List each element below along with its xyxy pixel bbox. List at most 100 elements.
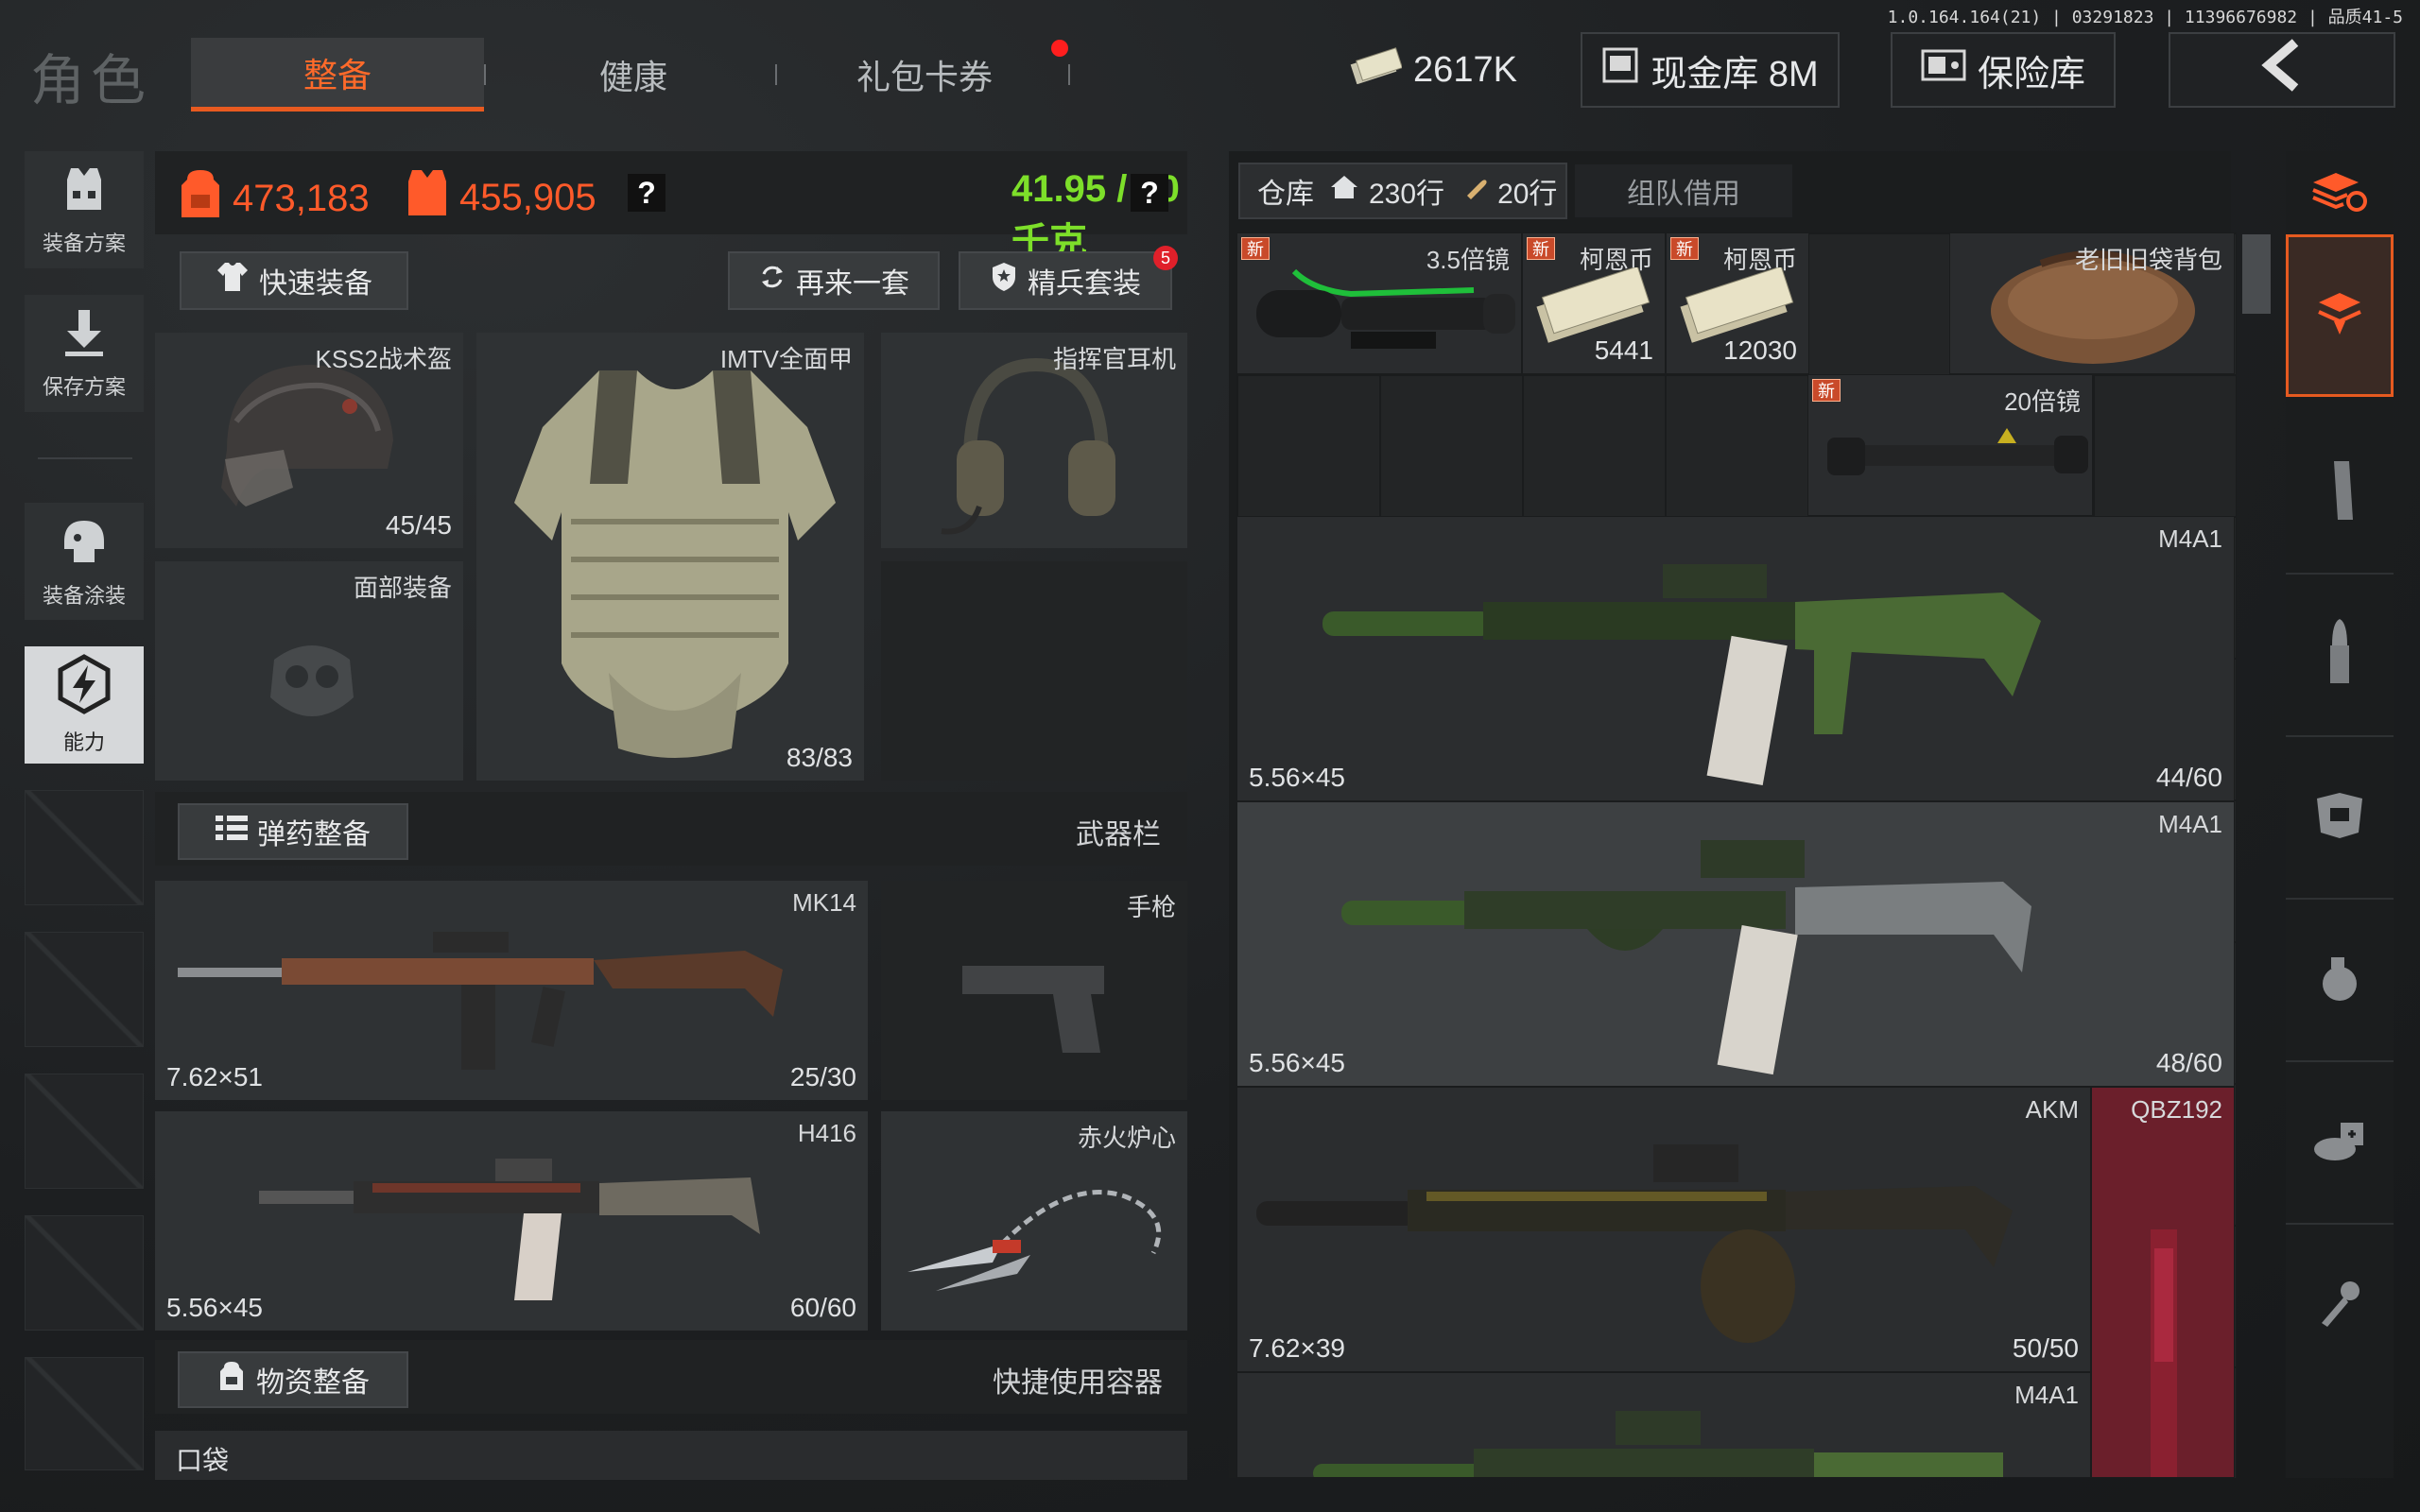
item-caliber: 7.62×39 xyxy=(1249,1333,1345,1363)
warehouse-item-qbz192[interactable]: QBZ192 xyxy=(2091,1087,2235,1478)
warehouse-item-coin[interactable]: 新 柯恩币 12030 xyxy=(1666,232,1809,374)
supply-prep-button[interactable]: 物资整备 xyxy=(178,1351,408,1408)
warehouse-item-scope-20x[interactable]: 新 20倍镜 xyxy=(1807,374,2093,516)
stats-bar: 473,183 455,905 ? 41.95 / 70 千克 ? xyxy=(155,151,1187,263)
team-borrow-tab[interactable]: 组队借用 xyxy=(1575,164,1792,217)
safe-icon xyxy=(1921,48,1966,92)
new-tag: 新 xyxy=(1527,237,1555,260)
pistol-label: 手枪 xyxy=(1126,893,1176,921)
warehouse-item-m4a1[interactable]: M4A1 5.56×45 44/60 xyxy=(1236,516,2235,801)
ammo-list-icon xyxy=(216,814,248,850)
sidebar-label: 保存方案 xyxy=(42,375,126,399)
safe-label: 保险库 xyxy=(1977,54,2085,94)
sidebar-label: 能力 xyxy=(62,730,105,754)
armor-durability: 83/83 xyxy=(786,743,853,772)
primary-weapon-slot-2[interactable]: H416 5.56×45 60/60 xyxy=(155,1111,868,1331)
weapon-ammo: 25/30 xyxy=(789,1062,856,1091)
tab-divider xyxy=(775,64,777,85)
warehouse-item-scope-3-5x[interactable]: 新 3.5倍镜 xyxy=(1236,232,1522,374)
sidebar-empty-slot xyxy=(25,790,144,905)
page-title: 角色 xyxy=(30,50,152,112)
ammo-section-bar: 弹药整备 武器栏 xyxy=(155,792,1187,866)
energy-icon xyxy=(54,654,114,720)
safe-button[interactable]: 保险库 xyxy=(1891,32,2116,108)
shield-icon xyxy=(990,261,1018,301)
headset-slot[interactable]: 指挥官耳机 xyxy=(881,333,1187,548)
sidebar-empty-slot xyxy=(25,1215,144,1331)
sort-refresh-button[interactable] xyxy=(2286,151,2394,234)
item-name: 柯恩币 xyxy=(1722,246,1797,274)
sidebar-divider xyxy=(38,457,132,459)
currency-display: 2617K xyxy=(1337,32,1530,108)
helmet-paint-icon xyxy=(57,513,112,574)
warehouse-scrollbar[interactable] xyxy=(2242,234,2271,314)
cash-vault-button[interactable]: 现金库 8M xyxy=(1581,32,1840,108)
filter-gear-button[interactable] xyxy=(2286,737,2394,900)
version-text: 1.0.164.164(21) | 03291823 | 11396676982… xyxy=(1887,8,2403,27)
warehouse-item-akm[interactable]: AKM 7.62×39 50/50 xyxy=(1236,1087,2091,1372)
filter-magazine-button[interactable] xyxy=(2286,412,2394,575)
face-slot[interactable]: 面部装备 xyxy=(155,561,463,781)
armor-slot[interactable]: IMTV全面甲 83/83 xyxy=(476,333,864,781)
helmet-name: KSS2战术盔 xyxy=(315,345,453,373)
item-name: 3.5倍镜 xyxy=(1426,246,1510,274)
knife-icon xyxy=(898,1168,1182,1305)
sidebar-gear-paint[interactable]: 装备涂装 xyxy=(25,503,144,620)
ammo-small-icon xyxy=(1463,175,1488,207)
melee-slot[interactable]: 赤火炉心 xyxy=(881,1111,1187,1331)
vest-icon xyxy=(58,163,111,221)
sidebar-loadout-plan[interactable]: 装备方案 xyxy=(25,151,144,268)
value-help-button[interactable]: ? xyxy=(628,174,666,212)
quick-equip-button[interactable]: 快速装备 xyxy=(180,251,408,310)
filter-medical-button[interactable] xyxy=(2286,1062,2394,1225)
item-name: 柯恩币 xyxy=(1579,246,1653,274)
pistol-icon xyxy=(959,954,1110,1063)
weapon-name: MK14 xyxy=(792,888,856,917)
grenade-icon xyxy=(2316,952,2363,1009)
item-name: M4A1 xyxy=(2014,1381,2079,1409)
rifle-icon xyxy=(1313,1392,2069,1477)
backpack-icon xyxy=(178,166,223,231)
tab-gift-cards[interactable]: 礼包卡券 xyxy=(783,38,1066,112)
sidebar-ability[interactable]: 能力 xyxy=(25,646,144,764)
weapon-bar-label: 武器栏 xyxy=(1076,819,1161,850)
supply-section-bar: 物资整备 快捷使用容器 xyxy=(155,1340,1187,1414)
filter-all-button[interactable] xyxy=(2286,234,2394,397)
new-tag: 新 xyxy=(1670,237,1699,260)
filter-key-button[interactable] xyxy=(2286,1225,2394,1387)
rifle-icon xyxy=(259,1140,826,1314)
warehouse-item-coin[interactable]: 新 柯恩币 5441 xyxy=(1522,232,1666,374)
rifle-icon xyxy=(1341,831,2154,1081)
vest-icon xyxy=(2311,789,2368,847)
backpack-value: 473,183 xyxy=(178,166,370,231)
tab-equip[interactable]: 整备 xyxy=(191,38,484,112)
elite-set-button[interactable]: 精兵套装 xyxy=(959,251,1172,310)
warehouse-item-m4a1[interactable]: M4A1 5.56×45 48/60 xyxy=(1236,801,2235,1087)
ammo-prep-button[interactable]: 弹药整备 xyxy=(178,803,408,860)
vault-icon xyxy=(1601,46,1639,94)
tab-health[interactable]: 健康 xyxy=(492,38,775,112)
melee-name: 赤火炉心 xyxy=(1077,1124,1176,1152)
filter-ammo-button[interactable] xyxy=(2286,575,2394,737)
weight-help-button[interactable]: ? xyxy=(1131,174,1168,212)
rifle-vertical-icon xyxy=(2141,1229,2187,1477)
back-arrow-icon xyxy=(2257,39,2307,101)
primary-weapon-slot-1[interactable]: MK14 7.62×51 25/30 xyxy=(155,881,868,1100)
warehouse-tab-content: 仓库 230行 20行 xyxy=(1257,164,1557,217)
sidebar-save-plan[interactable]: 保存方案 xyxy=(25,295,144,412)
pistol-slot[interactable]: 手枪 xyxy=(881,881,1187,1100)
helmet-slot[interactable]: KSS2战术盔 45/45 xyxy=(155,333,463,548)
warehouse-rows-2: 20行 xyxy=(1497,179,1558,210)
filter-grenade-button[interactable] xyxy=(2286,900,2394,1062)
warehouse-item-m4a1[interactable]: M4A1 xyxy=(1236,1372,2091,1478)
warehouse-rows: 230行 xyxy=(1369,179,1445,210)
empty-gear-slot[interactable] xyxy=(881,561,1187,781)
back-button[interactable] xyxy=(2169,32,2395,108)
rifle-icon xyxy=(1256,1125,2088,1357)
again-button[interactable]: 再来一套 xyxy=(728,251,940,310)
item-count: 5441 xyxy=(1594,335,1653,365)
item-caliber: 5.56×45 xyxy=(1249,763,1345,792)
warehouse-item-backpack[interactable]: 老旧旧袋背包 xyxy=(1949,232,2235,374)
helmet-durability: 45/45 xyxy=(385,510,452,540)
item-name: AKM xyxy=(2025,1095,2079,1124)
